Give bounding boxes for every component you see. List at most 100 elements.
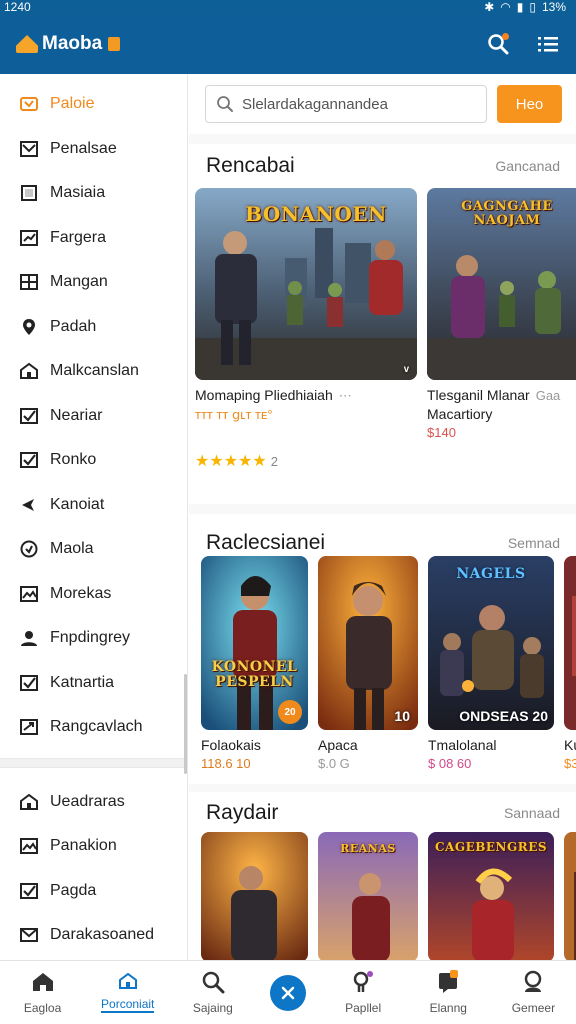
logo-icon [16,35,38,53]
sidebar: Paloie Penalsae Masiaia Fargera Mangan Padah M… [0,74,188,960]
sidebar-item-kanoiat[interactable]: Kanoiat [0,483,187,528]
sidebar-item-ronko[interactable]: Ronko [0,438,187,483]
profile-icon [351,970,375,997]
grid-icon [20,273,38,291]
game-price: $.0 G [318,756,350,771]
section-recommended: Raclecsianei Semnad KONONEL PESPELN 20 F… [189,514,576,784]
check-box-icon [20,882,38,900]
game-art-title: GAGNGAHE NAOJAM [461,199,553,228]
game-card[interactable] [564,832,576,960]
logo-tag-icon [108,37,121,51]
game-card[interactable] [201,832,308,960]
bottom-nav-elanng[interactable]: Elanng [408,970,488,1015]
sidebar-item-ueadraras[interactable]: Ueadraras [0,780,187,825]
sidebar-item-label: Rangcavlach [50,718,143,736]
search-button[interactable] [486,32,510,56]
section-popular: Raydair Sannaad REANAS CAGEBENGRES [189,792,576,960]
main-content: Heo Rencabai Gancanad [189,74,576,960]
sidebar-item-masiaia[interactable]: Masiaia [0,171,187,216]
game-card[interactable]: NAGELS ONDSEAS 20 Tmalolanal $ 08 60 [428,556,554,771]
search-input[interactable] [242,95,462,113]
bottom-nav-label: Elanng [429,1001,467,1015]
sidebar-item-darakasoaned[interactable]: Darakasoaned [0,913,187,958]
game-card[interactable]: KONONEL PESPELN 20 Folaokais 118.6 10 [201,556,308,771]
sidebar-scrollbar[interactable] [184,674,187,774]
more-options-icon[interactable]: ⋯ [339,388,352,403]
sidebar-item-pagda[interactable]: Pagda [0,869,187,914]
section-title: Raclecsianei [206,531,326,554]
more-options-icon[interactable]: Gaa [536,388,561,403]
game-card[interactable]: REANAS [318,832,418,960]
bottom-nav-sajaing[interactable]: Sajaing [173,970,253,1015]
sidebar-item-panakion[interactable]: Panakion [0,824,187,869]
game-card[interactable]: CAGEBENGRES [428,832,554,960]
search-field[interactable] [205,85,487,123]
sidebar-item-mangan[interactable]: Mangan [0,260,187,305]
game-card[interactable]: 10 Apaca $.0 G [318,556,418,771]
sidebar-item-paloie[interactable]: Paloie [0,82,187,127]
sidebar-item-label: Ronko [50,451,97,469]
game-title: Apaca [318,737,358,753]
sidebar-item-label: Darakasoaned [50,926,155,944]
sidebar-item-label: Malkcanslan [50,362,139,380]
bluetooth-icon: ✱ [484,0,495,14]
sidebar-item-label: Ueadraras [50,792,125,810]
game-price: $3 [564,756,576,771]
sidebar-item-morekas[interactable]: Morekas [0,572,187,617]
bottom-nav-eagloa[interactable]: Eagloa [3,970,83,1015]
bottom-nav-center-action[interactable] [258,974,318,1011]
search-bar: Heo [189,74,576,134]
sidebar-item-penalsae[interactable]: Penalsae [0,127,187,172]
game-badge: ᵥ [403,358,409,374]
check-box-icon [20,451,38,469]
list-menu-icon [538,37,558,52]
game-title: Tlesganil Mlanar [427,387,530,403]
sidebar-item-rangcavlach[interactable]: Rangcavlach [0,705,187,750]
section-see-all-link[interactable]: Semnad [508,535,560,551]
game-badge: 10 [394,708,410,724]
game-title: Ku [564,737,576,753]
game-card[interactable]: Ku $3 [564,556,576,771]
sidebar-item-neariar[interactable]: Neariar [0,394,187,439]
section-see-all-link[interactable]: Gancanad [495,158,560,174]
sidebar-primary-list: Paloie Penalsae Masiaia Fargera Mangan Padah M… [0,82,187,750]
game-cover-image [201,832,308,960]
game-card[interactable]: GAGNGAHE NAOJAM Tlesganil Mlanar Gaa Maca… [427,188,576,471]
game-card[interactable]: BONANOEN ᵥ Momaping Pliedhiaiah ⋯ ᴛᴛᴛ ᴛᴛ … [195,188,417,471]
bottom-navigation: Eagloa Porconiait Sajaing Papllel Elanng Geme… [0,960,576,1024]
sidebar-item-malkcanslan[interactable]: Malkcanslan [0,349,187,394]
menu-button[interactable] [536,32,560,56]
bottom-nav-label: Eagloa [23,1001,62,1015]
sidebar-item-fnpdingrey[interactable]: Fnpdingrey [0,616,187,661]
section-see-all-link[interactable]: Sannaad [504,805,560,821]
circle-icon [20,540,38,558]
game-cover-image: BONANOEN ᵥ [195,188,417,380]
game-art-title: REANAS [340,842,396,855]
game-art-title: KONONEL PESPELN [211,659,298,690]
app-logo[interactable]: Maoba [16,33,121,55]
game-cover-image: CAGEBENGRES [428,832,554,960]
game-price: $140 [427,425,456,440]
game-cover-image: GAGNGAHE NAOJAM [427,188,576,380]
location-pin-icon [20,318,38,336]
sidebar-item-katnartia[interactable]: Katnartia [0,661,187,706]
bottom-nav-label: Gemeer [511,1001,556,1015]
sidebar-item-maola[interactable]: Maola [0,527,187,572]
section-title: Rencabai [206,154,295,177]
sidebar-item-padah[interactable]: Padah [0,305,187,350]
message-icon [436,970,460,997]
image-icon [20,837,38,855]
bottom-nav-papllel[interactable]: Papllel [323,970,403,1015]
bottom-nav-porconiait[interactable]: Porconiait [88,972,168,1013]
game-cover-image: 10 [318,556,418,730]
mail-icon [20,926,38,944]
search-submit-button[interactable]: Heo [497,85,562,123]
sidebar-item-label: Fnpdingrey [50,629,131,647]
sidebar-item-label: Paloie [50,95,95,113]
sidebar-item-label: Maola [50,540,94,558]
game-badge: 20 [278,700,302,724]
rating-row: ★★★★★ 2 [195,451,417,471]
sidebar-item-fargera[interactable]: Fargera [0,216,187,261]
status-bar: 1240 ✱ ◠ ▮ ▯ 13% [0,0,576,14]
bottom-nav-gemeer[interactable]: Gemeer [493,970,573,1015]
